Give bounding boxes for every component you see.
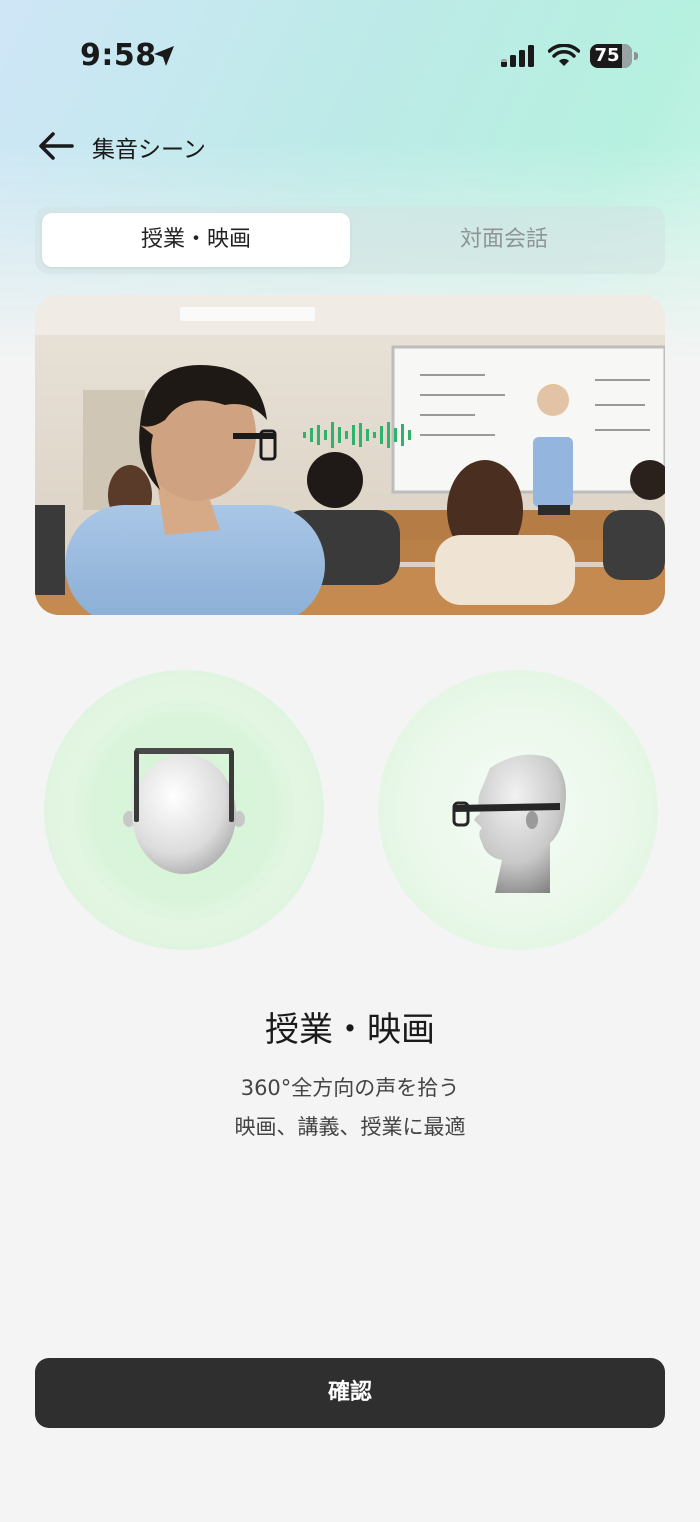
status-time: 9:58 <box>80 38 157 73</box>
wifi-icon <box>548 44 580 66</box>
scene-description-line2: 映画、講義、授業に最適 <box>234 1115 466 1139</box>
classroom-scene-image <box>35 295 665 615</box>
battery-level: 75 <box>594 45 620 66</box>
cellular-signal-icon <box>501 45 534 67</box>
scene-title: 授業・映画 <box>265 1010 435 1050</box>
page-title: 集音シーン <box>92 137 206 163</box>
status-bar: 9:58 75 <box>0 0 700 110</box>
scene-segmented-control: 授業・映画 対面会話 <box>35 206 665 274</box>
head-top-view-icon <box>123 748 245 874</box>
directional-mode-illustration <box>378 670 658 950</box>
battery-icon: 75 <box>590 44 638 68</box>
confirm-button[interactable]: 確認 <box>35 1358 665 1428</box>
omnidirectional-mode-illustration <box>44 670 324 950</box>
location-arrow-icon <box>154 46 174 66</box>
tab-face-to-face[interactable]: 対面会話 <box>350 213 658 267</box>
back-arrow-icon[interactable] <box>36 128 76 164</box>
tab-lecture-movie[interactable]: 授業・映画 <box>42 213 350 267</box>
head-side-view-icon <box>452 754 566 893</box>
scene-description-line1: 360°全方向の声を拾う <box>240 1076 460 1100</box>
